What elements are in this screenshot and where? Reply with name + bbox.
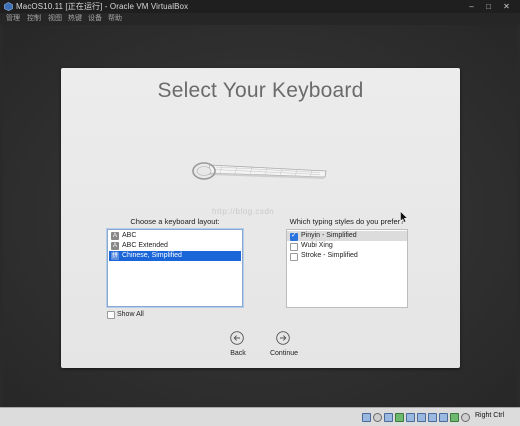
layout-item-abc[interactable]: A ABC [109,231,241,241]
window-title: MacOS10.11 [正在运行] - Oracle VM VirtualBox [16,2,189,11]
display-icon[interactable] [428,413,437,422]
back-arrow-icon [230,331,244,345]
window-titlebar: MacOS10.11 [正在运行] - Oracle VM VirtualBox… [0,0,520,13]
optical-drive-icon[interactable] [373,413,382,422]
mouse-integration-icon[interactable] [461,413,470,422]
continue-button[interactable]: Continue [269,331,299,361]
style-item-label: Stroke - Simplified [301,252,358,259]
cpu-activity-icon [450,413,459,422]
video-capture-icon[interactable] [439,413,448,422]
vm-status-bar: Right Ctrl [0,407,520,426]
audio-icon[interactable] [384,413,393,422]
menu-bar: 管理 控制 视图 热键 设备 帮助 [0,13,520,25]
input-source-icon: A [111,242,119,250]
maximize-button[interactable]: □ [482,0,495,13]
forward-arrow-icon [276,331,290,345]
show-all-checkbox[interactable] [107,311,115,319]
layout-item-label: ABC Extended [122,242,168,249]
virtualbox-app-icon [4,2,13,11]
host-key-indicator: Right Ctrl [475,412,505,419]
typing-styles-list[interactable]: ✓ Pinyin - Simplified Wubi Xing Stroke -… [286,229,408,308]
pinyin-input-icon: 拼 [111,252,119,260]
input-source-icon: A [111,232,119,240]
usb-icon[interactable] [406,413,415,422]
layout-item-label: Chinese, Simplified [122,252,182,259]
layout-list-label: Choose a keyboard layout: [130,217,220,226]
device-status-icons [362,411,472,423]
menu-manage[interactable]: 管理 [6,13,20,25]
wubi-xing-checkbox[interactable] [290,243,298,251]
menu-hotkey[interactable]: 热键 [68,13,82,25]
hard-disk-icon[interactable] [362,413,371,422]
menu-help[interactable]: 帮助 [108,13,122,25]
back-button[interactable]: Back [223,331,253,361]
shared-folders-icon[interactable] [417,413,426,422]
stroke-checkbox[interactable] [290,253,298,261]
style-item-label: Pinyin - Simplified [301,232,357,239]
style-item-wubi-xing[interactable]: Wubi Xing [287,241,407,251]
menu-devices[interactable]: 设备 [88,13,102,25]
continue-label: Continue [269,350,299,357]
show-all-label: Show All [117,311,144,318]
layout-item-label: ABC [122,232,137,239]
mouse-pointer-icon [400,211,408,223]
watermark-text: http://blog.csdn [212,207,275,216]
menu-view[interactable]: 视图 [48,13,62,25]
styles-list-label: Which typing styles do you prefer? [289,217,405,226]
layout-item-abc-extended[interactable]: A ABC Extended [109,241,241,251]
style-item-label: Wubi Xing [301,242,333,249]
layout-item-chinese-simplified[interactable]: 拼 Chinese, Simplified [109,251,241,261]
style-item-pinyin[interactable]: ✓ Pinyin - Simplified [287,231,407,241]
minimize-button[interactable]: – [465,0,478,13]
style-item-stroke[interactable]: Stroke - Simplified [287,251,407,261]
page-title: Select Your Keyboard [157,79,364,102]
back-label: Back [230,350,246,357]
network-icon[interactable] [395,413,404,422]
pinyin-checkbox[interactable]: ✓ [290,232,298,241]
close-button[interactable]: ✕ [500,0,513,13]
keyboard-layout-list[interactable]: A ABC A ABC Extended 拼 Chinese, Simplifi… [107,229,243,307]
menu-control[interactable]: 控制 [27,13,41,25]
vm-display[interactable]: Select Your Keyboard http://blog.csdn Ch… [3,25,517,407]
checkmark-icon: ✓ [291,232,297,239]
keyboard-illustration [192,162,327,180]
